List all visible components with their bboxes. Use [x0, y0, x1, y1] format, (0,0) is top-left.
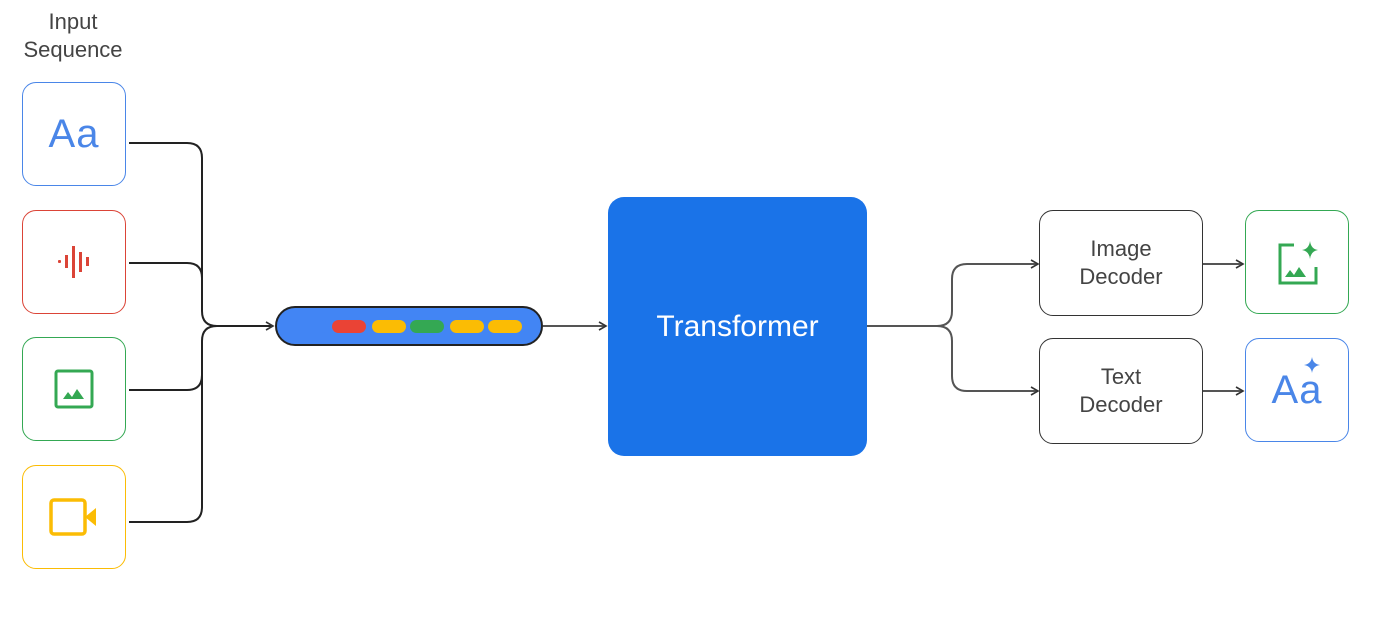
connector-image-input — [129, 341, 203, 391]
token-3 — [372, 320, 406, 333]
title-line-2: Sequence — [23, 37, 123, 62]
image-sparkle-icon — [1278, 241, 1318, 285]
input-card-text: Aa — [22, 82, 126, 186]
input-card-video — [22, 465, 126, 569]
text-decoder-line-1: Text — [1100, 364, 1142, 389]
transformer-label: Transformer — [656, 309, 819, 343]
text-sparkle-icon: Aa — [1271, 368, 1323, 412]
text-aa-icon: Aa — [48, 112, 100, 156]
text-decoder-line-2: Decoder — [1079, 392, 1163, 417]
image-decoder-line-2: Decoder — [1079, 264, 1163, 289]
text-decoder-block: Text Decoder — [1039, 338, 1203, 444]
token-sequence — [275, 306, 543, 346]
output-card-text: Aa — [1245, 338, 1349, 442]
token-4 — [410, 320, 444, 333]
audio-waveform-icon — [58, 246, 89, 278]
input-card-audio — [22, 210, 126, 314]
connector-audio-input — [129, 262, 203, 311]
connector-video-input — [129, 325, 218, 523]
output-card-image — [1245, 210, 1349, 314]
video-camera-icon — [49, 498, 96, 536]
input-sequence-title: Input Sequence — [0, 8, 146, 64]
connector-transformer-split-lower — [936, 325, 1040, 396]
token-5 — [450, 320, 484, 333]
connector-transformer-split — [867, 259, 1040, 327]
input-card-image — [22, 337, 126, 441]
sparkle-icon — [1303, 357, 1320, 373]
transformer-block: Transformer — [608, 197, 867, 456]
image-decoder-line-1: Image — [1090, 236, 1152, 261]
connector-text-input — [129, 142, 218, 327]
image-icon — [54, 369, 94, 409]
token-6 — [488, 320, 522, 333]
title-line-1: Input — [48, 9, 98, 34]
image-decoder-block: Image Decoder — [1039, 210, 1203, 316]
token-2 — [332, 320, 366, 333]
token-1 — [294, 320, 328, 333]
